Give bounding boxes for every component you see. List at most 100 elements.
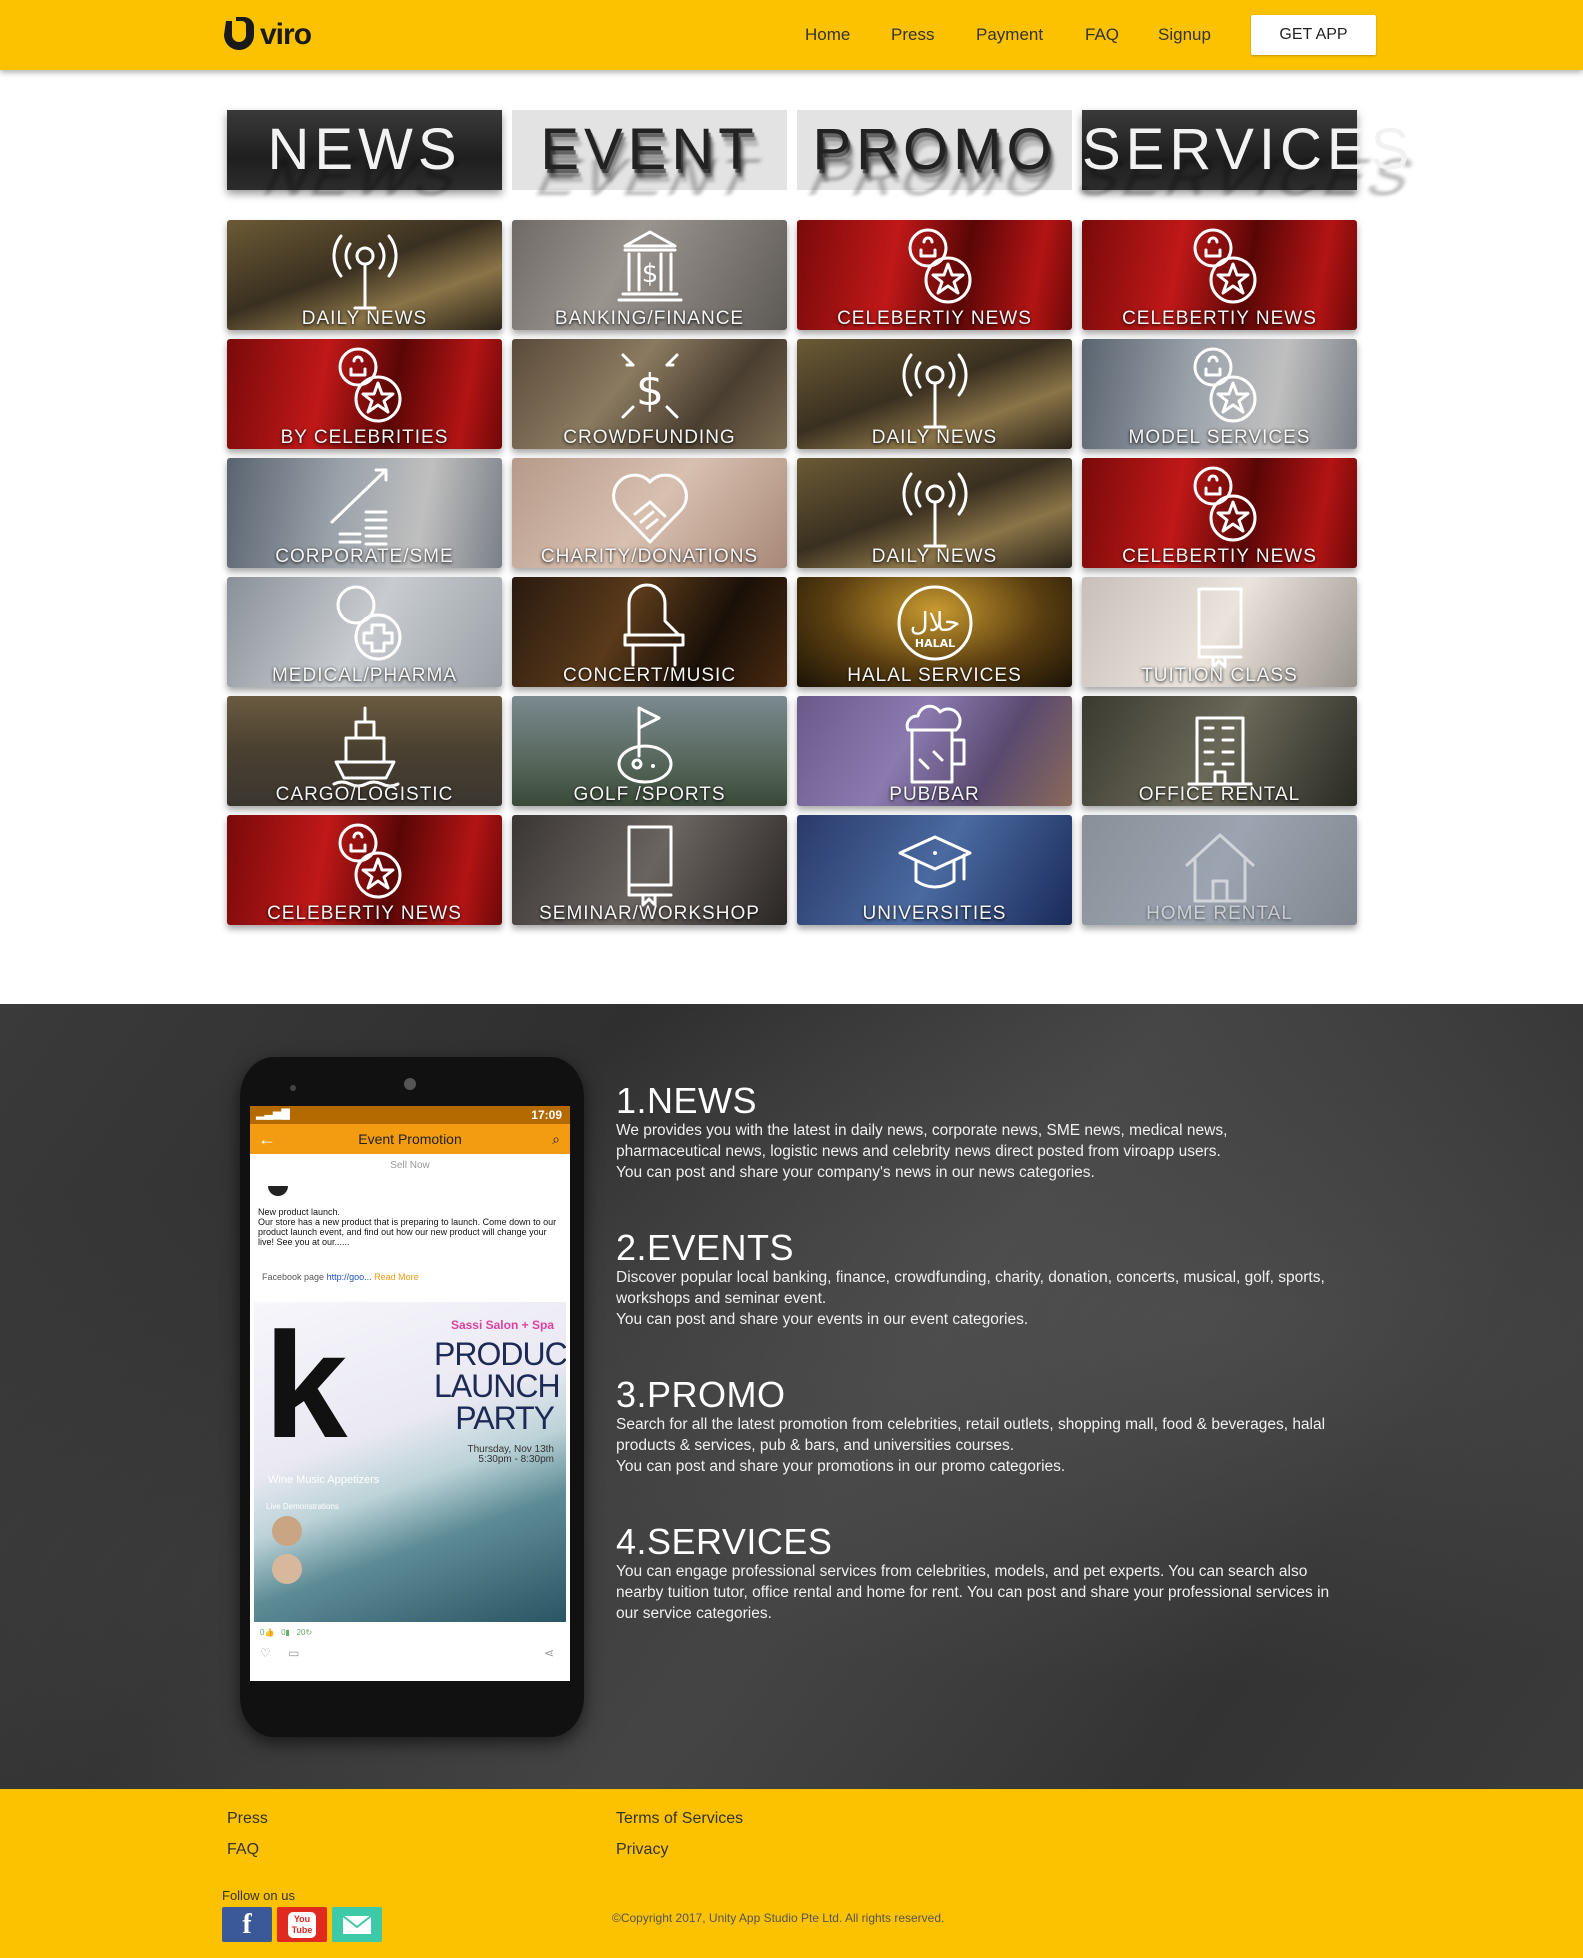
poster-brand: Sassi Salon + Spa <box>450 1318 554 1332</box>
poster-title: PRODUCT LAUNCH PARTY <box>434 1336 566 1436</box>
bank-icon: $ <box>617 230 682 302</box>
nav-press[interactable]: Press <box>891 0 934 70</box>
house-icon <box>1185 833 1254 903</box>
tile-charity-donations[interactable]: CHARITY/DONATIONS <box>512 458 787 568</box>
viro-logo-icon <box>224 17 254 50</box>
tile-label: GOLF /SPORTS <box>573 784 726 805</box>
tile-label: MODEL SERVICES <box>1128 427 1311 448</box>
poster-tagline: Wine Music Appetizers <box>268 1474 380 1486</box>
read-more-link[interactable]: Read More <box>374 1272 419 1282</box>
back-arrow-icon[interactable]: ← <box>258 1124 276 1154</box>
footer-press-link[interactable]: Press <box>227 1810 268 1828</box>
tile-model-services[interactable]: MODEL SERVICES <box>1082 339 1357 449</box>
facebook-icon[interactable]: f <box>222 1907 272 1942</box>
tile-label: DAILY NEWS <box>871 427 998 448</box>
tile-label: MEDICAL/PHARMA <box>271 665 458 686</box>
heart-icon <box>611 473 688 544</box>
star-icon <box>1193 347 1256 423</box>
heading-text: SERVICES <box>1082 117 1415 182</box>
tile-concert-music[interactable]: CONCERT/MUSIC <box>512 577 787 687</box>
tile-label: HALAL SERVICES <box>847 665 1022 686</box>
section-line: workshops and seminar event. <box>616 1290 827 1307</box>
category-promo-heading[interactable]: PROMO PROMO <box>797 110 1072 207</box>
search-icon[interactable]: ⌕ <box>552 1124 560 1154</box>
tile-medical-pharma[interactable]: MEDICAL/PHARMA <box>227 577 502 687</box>
ship-icon <box>332 706 399 788</box>
building-icon <box>1187 716 1252 786</box>
section-body: We provides you with the latest in daily… <box>616 1120 1356 1183</box>
section-line: products & services, pub & bars, and uni… <box>616 1437 1015 1454</box>
fb-link[interactable]: http://goo... <box>327 1272 372 1282</box>
category-services-heading[interactable]: SERVICES SERVICES <box>1069 110 1428 207</box>
tile-cargo-logistic[interactable]: CARGO/LOGISTIC <box>227 696 502 806</box>
tile-label: SEMINAR/WORKSHOP <box>539 903 760 924</box>
category-news-heading[interactable]: NEWS NEWS <box>227 110 502 207</box>
tile-celebertiy-news[interactable]: CELEBERTIY NEWS <box>1082 220 1357 330</box>
tile-label: PUB/BAR <box>889 784 980 805</box>
tile-daily-news[interactable]: DAILY NEWS <box>797 339 1072 449</box>
beer-icon <box>905 704 965 784</box>
tile-label: TUITION CLASS <box>1141 665 1298 686</box>
comment-icon[interactable]: ▭ <box>288 1646 299 1660</box>
cap-icon <box>898 835 971 889</box>
tile-office-rental[interactable]: OFFICE RENTAL <box>1082 696 1357 806</box>
tile-daily-news[interactable]: DAILY NEWS <box>797 458 1072 568</box>
footer-privacy-link[interactable]: Privacy <box>616 1841 668 1859</box>
phone-screen: ▂▃▅▇ 17:09 ← Event Promotion ⌕ Sell Now … <box>250 1106 570 1681</box>
section-body: You can engage professional services fro… <box>616 1561 1356 1624</box>
share-icon[interactable]: ⋖ <box>544 1646 554 1660</box>
tile-universities[interactable]: UNIVERSITIES <box>797 815 1072 925</box>
app-bar: ← Event Promotion ⌕ <box>250 1124 570 1154</box>
top-navbar: viro Home Press Payment FAQ Signup GET A… <box>0 0 1583 70</box>
get-app-button[interactable]: GET APP <box>1251 15 1376 55</box>
tile-celebertiy-news[interactable]: CELEBERTIY NEWS <box>797 220 1072 330</box>
email-icon[interactable] <box>332 1907 382 1942</box>
tile-corporate-sme[interactable]: CORPORATE/SME <box>227 458 502 568</box>
section-line: pharmaceutical news, logistic news and c… <box>616 1143 1221 1160</box>
tile-label: DAILY NEWS <box>301 308 428 329</box>
fb-label: Facebook page <box>262 1272 325 1282</box>
tile-pub-bar[interactable]: PUB/BAR <box>797 696 1072 806</box>
tile-celebertiy-news[interactable]: CELEBERTIY NEWS <box>1082 458 1357 568</box>
nav-faq[interactable]: FAQ <box>1085 0 1119 70</box>
footer-faq-link[interactable]: FAQ <box>227 1841 259 1859</box>
tile-daily-news[interactable]: DAILY NEWS <box>227 220 502 330</box>
tile-crowdfunding[interactable]: $ CROWDFUNDING <box>512 339 787 449</box>
tile-label: CELEBERTIY NEWS <box>1122 308 1317 329</box>
tile-seminar-workshop[interactable]: SEMINAR/WORKSHOP <box>512 815 787 925</box>
nav-payment[interactable]: Payment <box>976 0 1043 70</box>
event-poster-image[interactable]: k Sassi Salon + Spa PRODUCT LAUNCH PARTY… <box>254 1302 566 1622</box>
tile-halal-services[interactable]: حلال HALAL HALAL SERVICES <box>797 577 1072 687</box>
tile-label: BY CELEBRITIES <box>280 427 449 448</box>
tile-tuition-class[interactable]: TUITION CLASS <box>1082 577 1357 687</box>
footer-terms-link[interactable]: Terms of Services <box>616 1810 743 1828</box>
tile-banking-finance[interactable]: $ BANKING/FINANCE <box>512 220 787 330</box>
section-body: Discover popular local banking, finance,… <box>616 1267 1356 1330</box>
section-line: You can engage professional services fro… <box>616 1563 1308 1580</box>
star-icon <box>1193 228 1256 304</box>
section-title: 2.EVENTS <box>616 1227 795 1268</box>
youtube-icon[interactable]: You Tube <box>277 1907 327 1942</box>
svg-text:حلال: حلال <box>909 608 959 638</box>
like-icon[interactable]: ♡ <box>260 1646 271 1660</box>
tile-home-rental[interactable]: HOME RENTAL <box>1082 815 1357 925</box>
status-time: 17:09 <box>531 1108 562 1122</box>
golf-icon <box>617 706 672 784</box>
star-icon <box>338 823 401 899</box>
tile-label: CROWDFUNDING <box>563 427 736 448</box>
viro-logo[interactable]: viro <box>222 14 312 56</box>
section-title: 1.NEWS <box>616 1080 758 1121</box>
category-event-heading[interactable]: EVENT EVENT <box>512 110 787 207</box>
tile-label: CELEBERTIY NEWS <box>1122 546 1317 567</box>
halal-icon: حلالHALAL <box>897 585 972 661</box>
book-icon <box>1197 587 1242 669</box>
tile-golf-sports[interactable]: GOLF /SPORTS <box>512 696 787 806</box>
nav-signup[interactable]: Signup <box>1158 0 1211 70</box>
tile-by-celebrities[interactable]: BY CELEBRITIES <box>227 339 502 449</box>
heading-text: PROMO <box>812 117 1057 182</box>
tile-celebertiy-news[interactable]: CELEBERTIY NEWS <box>227 815 502 925</box>
piano-icon <box>623 583 684 667</box>
nav-home[interactable]: Home <box>805 0 850 70</box>
star-icon <box>908 228 971 304</box>
tile-label: OFFICE RENTAL <box>1138 784 1301 805</box>
